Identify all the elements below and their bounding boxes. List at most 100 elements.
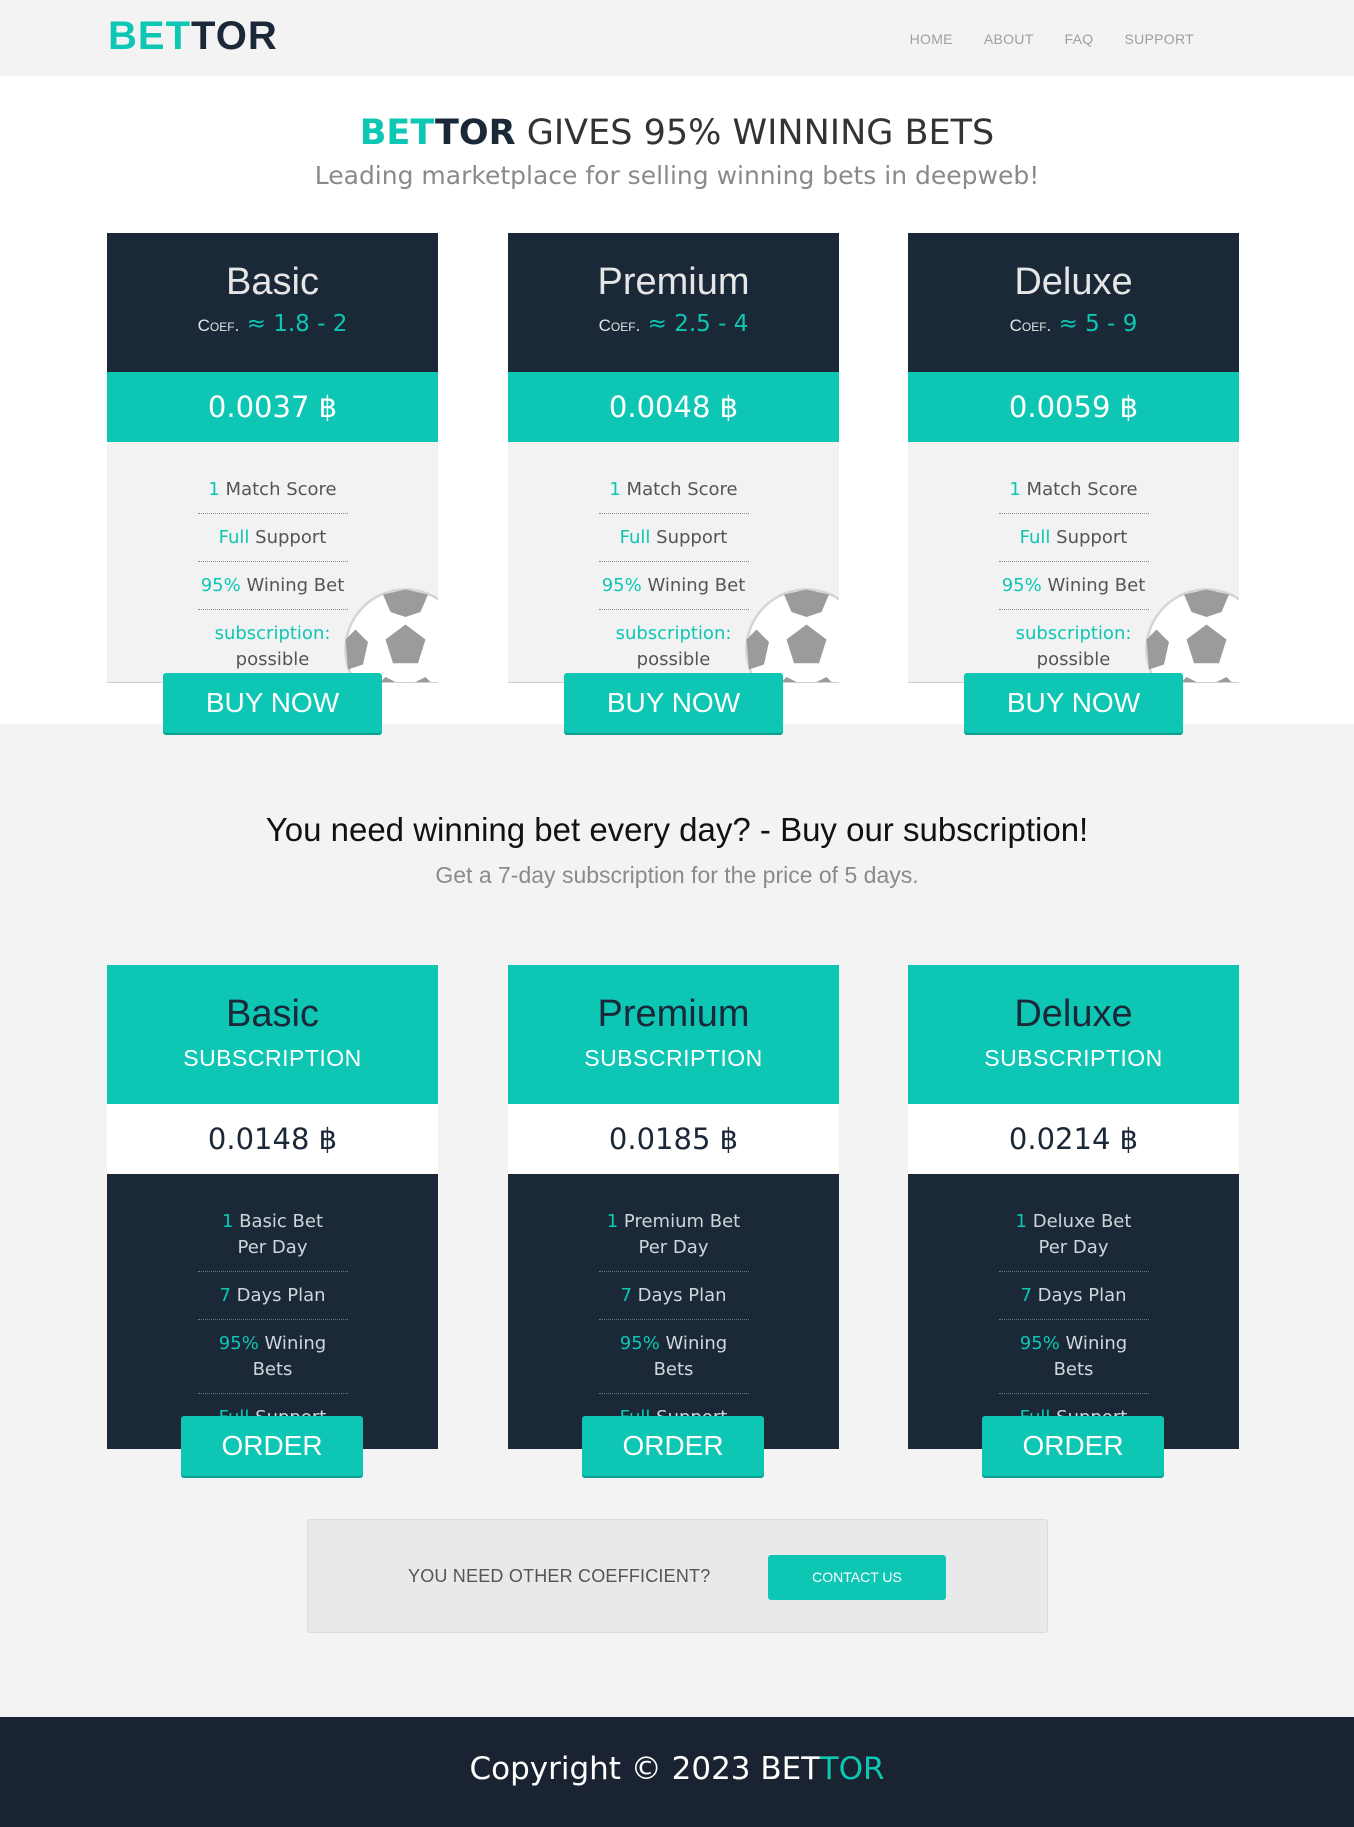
plan-header: Premium Coef. ≈ 2.5 - 4	[508, 233, 839, 372]
plan-feature: 7 Days Plan	[197, 1272, 348, 1321]
feature-text: Deluxe Bet	[1027, 1211, 1132, 1232]
feature-text: Support	[1050, 527, 1128, 549]
contact-us-button[interactable]: CONTACT US	[768, 1555, 946, 1600]
feature-highlight: 1	[1009, 479, 1021, 500]
plan-feature: 95% Wining Bet	[598, 562, 749, 611]
plan-feature: Full Support	[598, 514, 749, 563]
plan-name: Basic	[226, 261, 319, 303]
buy-now-button[interactable]: BUY NOW	[163, 673, 382, 733]
plan-feature: 7 Days Plan	[598, 1272, 749, 1321]
plan-coef: Coef. ≈ 2.5 - 4	[508, 311, 839, 337]
plan-features: 1 Match Score Full Support 95% Wining Bet s…	[508, 442, 839, 683]
hero-subtitle: Leading marketplace for selling winning …	[314, 161, 1040, 190]
feature-highlight: 7	[1020, 1285, 1032, 1307]
plan-feature: 1 Match Score	[998, 466, 1149, 515]
feature-text: Wining Bet	[641, 575, 746, 597]
site-header: BETTOR HOME ABOUT FAQ SUPPORT	[0, 0, 1354, 76]
coef-label: Coef.	[1009, 316, 1052, 335]
plan-feature: 7 Days Plan	[998, 1272, 1149, 1321]
plan-label: SUBSCRIPTION	[183, 1045, 362, 1071]
plan-label: SUBSCRIPTION	[984, 1045, 1163, 1071]
feature-highlight: 7	[219, 1285, 231, 1307]
plan-coef: Coef. ≈ 5 - 9	[908, 311, 1239, 337]
hero-brand-bet: BET	[359, 113, 435, 153]
logo-part-tor: TOR	[191, 14, 278, 58]
feature-text-line2: Per Day	[638, 1237, 709, 1259]
plan-feature: 95% Wining Bet	[197, 562, 348, 611]
plan-feature: 95% Wining Bet	[998, 562, 1149, 611]
plan-price: 0.0214 ฿	[908, 1104, 1239, 1174]
feature-text: possible	[636, 649, 711, 671]
coef-label: Coef.	[197, 316, 240, 335]
nav-about[interactable]: ABOUT	[984, 31, 1034, 47]
feature-text: Support	[249, 527, 327, 549]
coef-value: ≈ 5 - 9	[1058, 311, 1138, 337]
feature-text: Wining Bets	[1053, 1333, 1128, 1381]
feature-highlight: subscription:	[615, 623, 732, 645]
plan-name: Premium	[597, 261, 750, 303]
hero-brand-tor: TOR	[435, 113, 516, 153]
plan-feature: 1 Deluxe Bet Per Day	[998, 1198, 1149, 1273]
feature-text: Wining Bet	[1041, 575, 1146, 597]
plan-features: 1 Premium Bet Per Day 7 Days Plan 95% Winin…	[508, 1174, 839, 1449]
soccer-ball-icon	[745, 588, 839, 682]
order-button[interactable]: ORDER	[582, 1416, 764, 1476]
feature-text: Wining Bet	[240, 575, 345, 597]
plan-features: 1 Basic Bet Per Day 7 Days Plan 95% Wining …	[107, 1174, 438, 1449]
soccer-ball-icon	[1145, 588, 1239, 682]
bet-plan-card-premium: Premium Coef. ≈ 2.5 - 4 0.0048 ฿ 1 Match…	[508, 233, 839, 683]
feature-text: Wining Bets	[252, 1333, 327, 1381]
plan-feature: 1 Match Score	[197, 466, 348, 515]
plan-feature: 95% Wining Bets	[197, 1320, 348, 1395]
feature-highlight: 95%	[200, 575, 241, 597]
coef-label: Coef.	[598, 316, 641, 335]
feature-text: Support	[650, 527, 728, 549]
plan-price: 0.0148 ฿	[107, 1104, 438, 1174]
feature-highlight: 95%	[619, 1333, 660, 1355]
plan-features: 1 Match Score Full Support 95% Wining Bet s…	[908, 442, 1239, 683]
coef-value: ≈ 1.8 - 2	[246, 311, 348, 337]
feature-highlight: 1	[1015, 1211, 1027, 1232]
feature-text: Days Plan	[1031, 1285, 1127, 1307]
feature-text: Match Score	[219, 479, 337, 500]
copyright-brand-tor: TOR	[819, 1751, 885, 1787]
feature-highlight: 1	[609, 479, 621, 500]
order-button[interactable]: ORDER	[181, 1416, 363, 1476]
logo[interactable]: BETTOR	[108, 14, 278, 59]
site-footer: Copyright © 2023 BETTOR	[0, 1717, 1354, 1827]
plan-name: Premium	[597, 993, 750, 1035]
feature-highlight: 95%	[1019, 1333, 1060, 1355]
subscription-plan-card-basic: Basic SUBSCRIPTION 0.0148 ฿ 1 Basic Bet P…	[107, 965, 438, 1449]
feature-text: Wining Bets	[653, 1333, 728, 1381]
contact-text: YOU NEED OTHER COEFFICIENT?	[408, 1566, 711, 1586]
plan-name: Deluxe	[1014, 993, 1133, 1035]
feature-highlight: 1	[606, 1211, 619, 1232]
bet-plan-card-basic: Basic Coef. ≈ 1.8 - 2 0.0037 ฿ 1 Match S…	[107, 233, 438, 683]
copyright: Copyright © 2023 BETTOR	[0, 1751, 1354, 1787]
plan-header: Deluxe SUBSCRIPTION	[908, 965, 1239, 1104]
plan-feature: 1 Basic Bet Per Day	[197, 1198, 348, 1273]
plan-feature: 1 Match Score	[598, 466, 749, 515]
feature-highlight: Full	[1019, 527, 1051, 549]
feature-highlight: 7	[620, 1285, 632, 1307]
buy-now-button[interactable]: BUY NOW	[964, 673, 1183, 733]
contact-box: YOU NEED OTHER COEFFICIENT? CONTACT US	[307, 1519, 1048, 1633]
hero-title: BETTOR GIVES 95% WINNING BETS	[0, 113, 1354, 153]
subscription-plan-card-deluxe: Deluxe SUBSCRIPTION 0.0214 ฿ 1 Deluxe Be…	[908, 965, 1239, 1449]
nav-home[interactable]: HOME	[910, 31, 953, 47]
nav-support[interactable]: SUPPORT	[1124, 31, 1194, 47]
plan-name: Deluxe	[1014, 261, 1133, 303]
plan-header: Basic Coef. ≈ 1.8 - 2	[107, 233, 438, 372]
buy-now-button[interactable]: BUY NOW	[564, 673, 783, 733]
nav-faq[interactable]: FAQ	[1065, 31, 1094, 47]
hero-title-rest: GIVES 95% WINNING BETS	[515, 113, 995, 153]
plan-price: 0.0185 ฿	[508, 1104, 839, 1174]
feature-highlight: 95%	[1001, 575, 1042, 597]
feature-highlight: 1	[221, 1211, 234, 1232]
feature-text: Days Plan	[631, 1285, 727, 1307]
feature-text: Premium Bet	[618, 1211, 741, 1232]
plan-features: 1 Match Score Full Support 95% Wining Bet s…	[107, 442, 438, 683]
feature-text: Days Plan	[230, 1285, 326, 1307]
plan-header: Basic SUBSCRIPTION	[107, 965, 438, 1104]
order-button[interactable]: ORDER	[982, 1416, 1164, 1476]
